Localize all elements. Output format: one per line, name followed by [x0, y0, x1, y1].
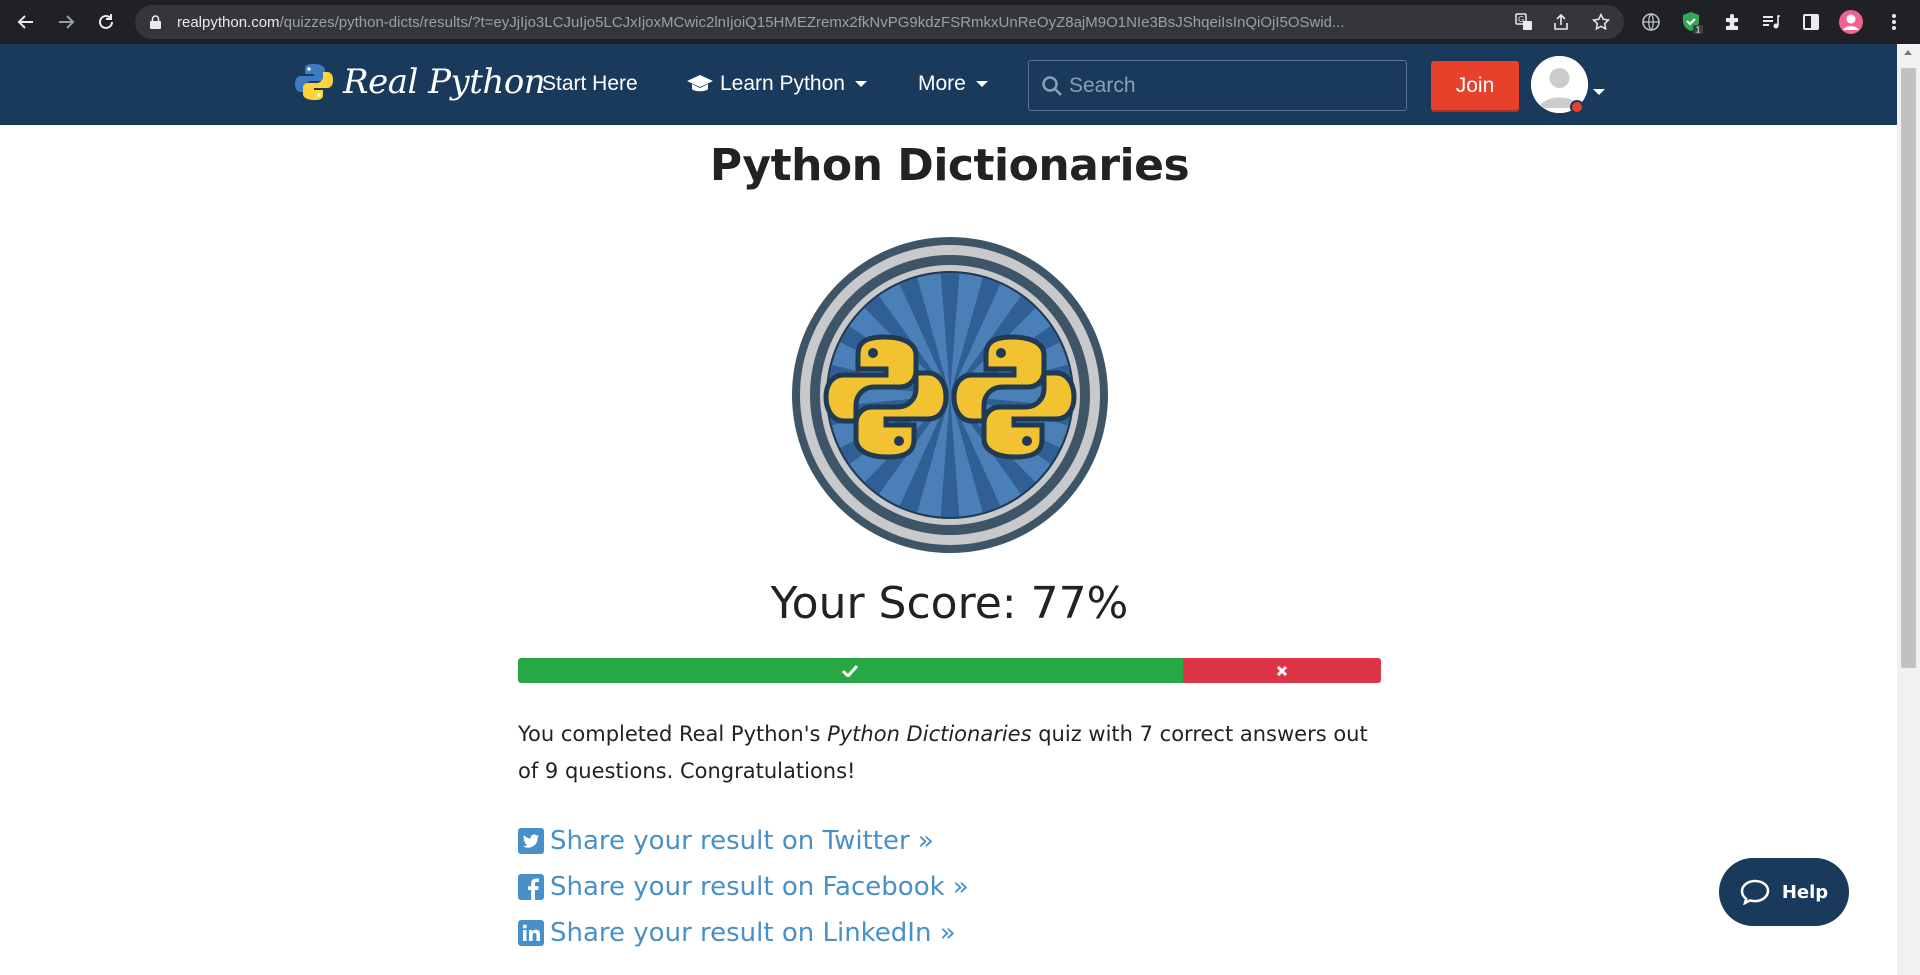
user-menu-toggle[interactable] [1593, 82, 1605, 100]
help-button[interactable]: Help [1719, 858, 1849, 926]
side-panel-icon [1803, 14, 1819, 30]
twitter-icon [518, 828, 544, 854]
arrow-left-icon [17, 15, 33, 29]
back-button[interactable] [12, 8, 40, 36]
chevron-down-icon [975, 81, 988, 87]
globe-extension[interactable] [1637, 8, 1665, 36]
share-twitter-link[interactable]: Share your result on Twitter » [518, 826, 934, 856]
progress-correct-segment [518, 658, 1183, 683]
translate-button[interactable]: G [1510, 8, 1538, 36]
python-logo-icon [295, 64, 333, 100]
extensions-button[interactable] [1718, 8, 1746, 36]
check-icon [842, 664, 859, 677]
search-input[interactable] [1069, 69, 1389, 103]
chevron-down-icon [1593, 89, 1605, 95]
scrollbar-thumb[interactable] [1901, 68, 1916, 668]
puzzle-icon [1726, 14, 1738, 30]
share-linkedin-link[interactable]: Share your result on LinkedIn » [518, 918, 956, 948]
share-facebook-label: Share your result on Facebook » [550, 872, 969, 902]
nav-start-here[interactable]: Start Here [542, 72, 638, 96]
score-progress-bar [518, 658, 1381, 683]
site-header: Real Python Start Here Learn Python More… [0, 44, 1897, 125]
summary-text-start: You completed Real Python's [518, 722, 828, 746]
quiz-summary: You completed Real Python's Python Dicti… [518, 716, 1381, 790]
join-button[interactable]: Join [1431, 61, 1519, 110]
share-twitter-label: Share your result on Twitter » [550, 826, 934, 856]
logo-wordmark: Real Python [343, 62, 546, 102]
profile-button[interactable] [1837, 8, 1865, 36]
lock-icon [150, 15, 161, 29]
url-text: realpython.com/quizzes/python-dicts/resu… [177, 14, 1345, 31]
globe-icon [1642, 13, 1660, 31]
shield-check-icon: 1 [1683, 12, 1703, 35]
nav-more-label: More [918, 72, 966, 95]
search-icon [1042, 76, 1062, 96]
page-scrollbar[interactable] [1897, 44, 1920, 975]
translate-icon: G [1515, 13, 1532, 30]
linkedin-icon [518, 920, 544, 946]
help-button-label: Help [1781, 881, 1829, 903]
notification-dot [1570, 100, 1584, 114]
arrow-right-icon [59, 15, 75, 29]
reading-list-button[interactable] [1757, 8, 1785, 36]
star-icon [1592, 13, 1610, 31]
nav-learn-python-label: Learn Python [720, 72, 845, 95]
chat-bubble-icon [1740, 879, 1770, 905]
graduation-cap-icon [687, 75, 713, 92]
browser-toolbar: realpython.com/quizzes/python-dicts/resu… [0, 0, 1920, 44]
summary-quiz-name: Python Dictionaries [827, 722, 1032, 746]
scroll-up-arrow-icon[interactable] [1904, 50, 1912, 55]
share-linkedin-label: Share your result on LinkedIn » [550, 918, 956, 948]
search-box[interactable] [1028, 60, 1407, 111]
browser-menu-button[interactable] [1880, 8, 1908, 36]
progress-wrong-segment [1182, 658, 1381, 683]
nav-start-here-label: Start Here [542, 72, 638, 95]
score-text: Your Score: 77% [770, 578, 1129, 629]
nav-learn-python[interactable]: Learn Python [686, 72, 867, 96]
side-panel-button[interactable] [1797, 8, 1825, 36]
svg-text:1: 1 [1696, 26, 1701, 35]
address-bar[interactable]: realpython.com/quizzes/python-dicts/resu… [135, 5, 1624, 39]
playlist-icon [1763, 15, 1780, 29]
quiz-title: Python Dictionaries [709, 140, 1190, 191]
nav-more[interactable]: More [918, 72, 988, 96]
chevron-down-icon [854, 81, 867, 87]
reload-icon [99, 14, 113, 29]
facebook-icon [518, 874, 544, 900]
join-button-label: Join [1455, 73, 1495, 97]
site-logo[interactable]: Real Python [293, 61, 546, 103]
share-facebook-link[interactable]: Share your result on Facebook » [518, 872, 969, 902]
x-icon [1276, 665, 1287, 676]
shield-extension[interactable]: 1 [1677, 8, 1705, 36]
bookmark-button[interactable] [1587, 8, 1615, 36]
python-badge-icon [792, 237, 1108, 553]
profile-avatar-icon [1839, 10, 1863, 34]
kebab-menu-icon [1892, 14, 1896, 30]
share-page-button[interactable] [1547, 8, 1575, 36]
forward-button[interactable] [52, 8, 80, 36]
reload-button[interactable] [92, 8, 120, 36]
share-icon [1554, 13, 1568, 30]
